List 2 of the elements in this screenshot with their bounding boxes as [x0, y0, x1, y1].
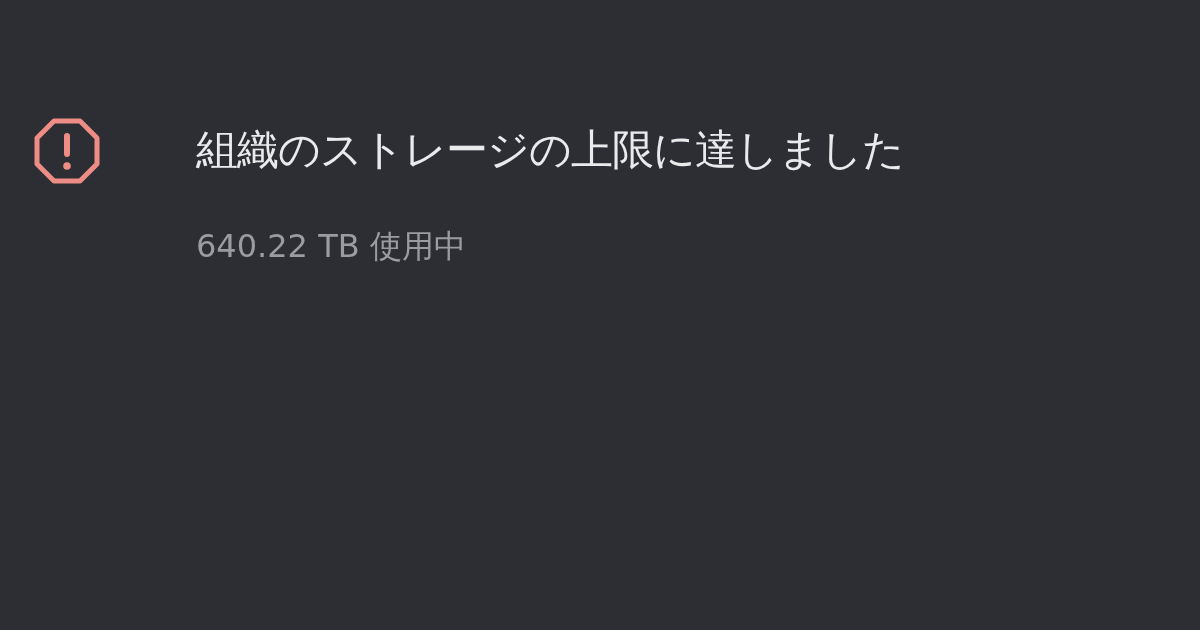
storage-usage: 640.22 TB 使用中: [196, 226, 467, 267]
alert-title: 組織のストレージの上限に達しました: [196, 124, 904, 176]
